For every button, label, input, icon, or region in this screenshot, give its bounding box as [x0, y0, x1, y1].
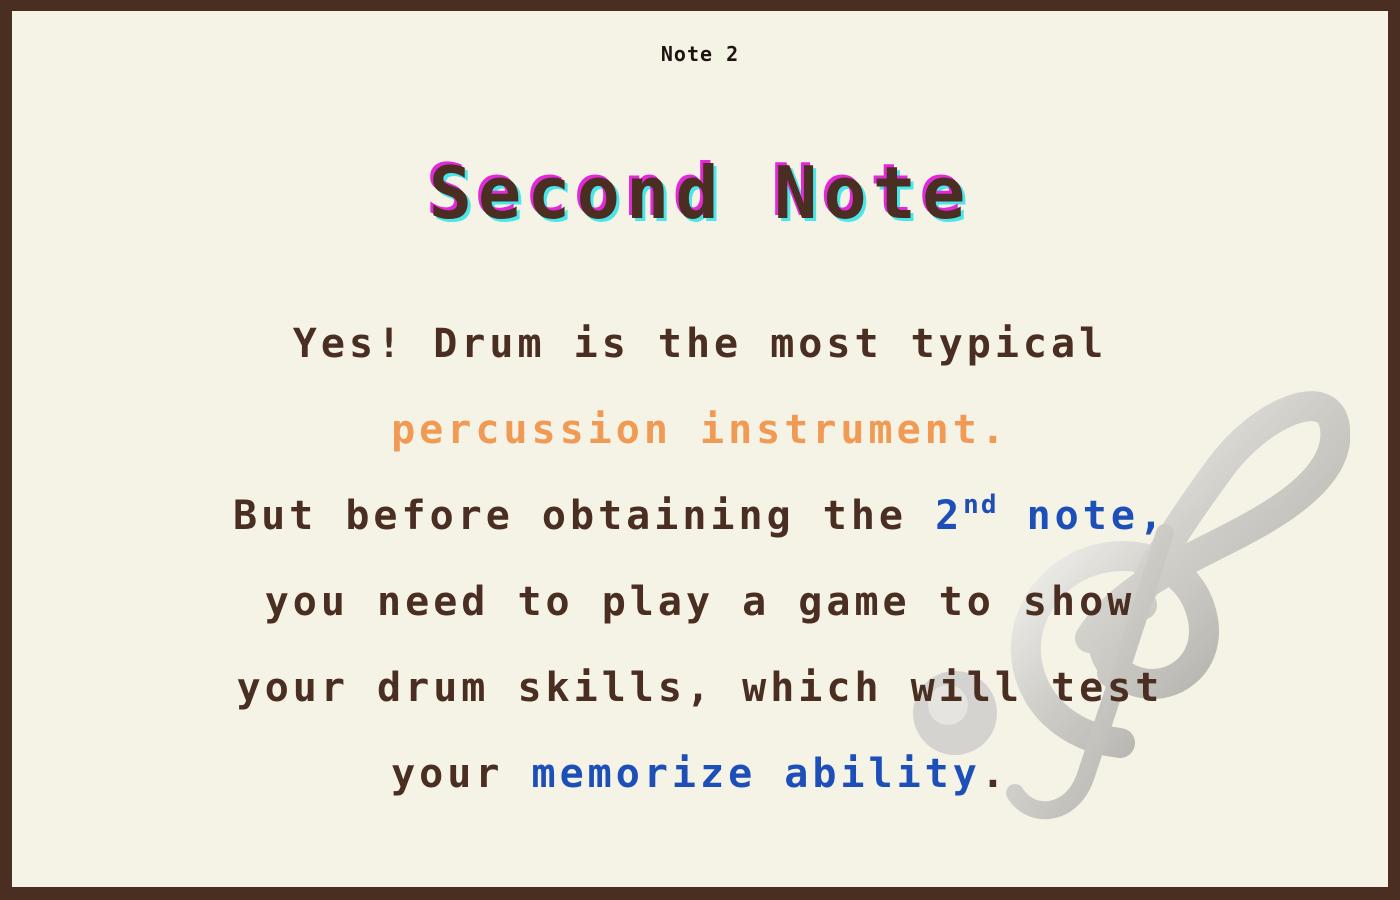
paragraph-line-1: Yes! Drum is the most typical — [292, 321, 1108, 367]
paragraph-line-6-highlight: memorize ability — [531, 751, 981, 797]
page-title: Second Note — [428, 151, 972, 235]
paragraph-line-3: But before obtaining the 2nd note, — [72, 473, 1328, 559]
paragraph-line-6-suffix: . — [980, 751, 1009, 797]
paragraph-line-6-prefix: your — [391, 751, 532, 797]
paragraph-line-3-highlight: note, — [998, 493, 1167, 539]
note-number-superscript: nd — [963, 490, 999, 520]
paragraph-line-5: your drum skills, which will test — [236, 665, 1164, 711]
paragraph-line-2-highlight: percussion instrument. — [391, 407, 1009, 453]
note-number: 2 — [935, 493, 964, 539]
note-label: Note 2 — [660, 42, 740, 66]
paragraph-line-3-prefix: But before obtaining the — [233, 493, 936, 539]
paragraph-line-4: you need to play a game to show — [264, 579, 1136, 625]
note-paragraph: Yes! Drum is the most typical percussion… — [72, 301, 1328, 817]
note-card: Note 2 Second Note Yes! Drum is the most… — [12, 11, 1388, 887]
paragraph-line-6: your memorize ability. — [72, 731, 1328, 817]
